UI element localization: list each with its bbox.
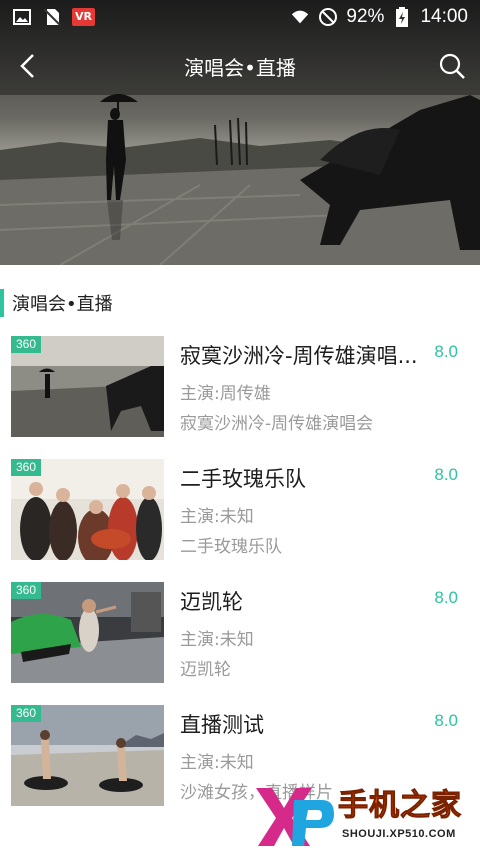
item-score: 8.0 bbox=[434, 711, 458, 730]
do-not-disturb-icon bbox=[318, 7, 338, 26]
battery-charging-icon bbox=[392, 6, 412, 27]
watermark-text: 手机之家 bbox=[338, 788, 462, 824]
search-icon bbox=[439, 53, 465, 79]
item-description: 寂寞沙洲冷-周传雄演唱会 bbox=[180, 414, 374, 434]
item-actor: 主演:未知 bbox=[180, 753, 254, 773]
section-header: 演唱会•直播 bbox=[0, 286, 480, 320]
360-badge: 360 bbox=[11, 459, 42, 476]
wifi-icon bbox=[290, 8, 310, 26]
thumbnail: 360 bbox=[11, 705, 164, 806]
item-title: 寂寞沙洲冷-周传雄演唱... bbox=[180, 344, 418, 368]
360-badge: 360 bbox=[11, 705, 42, 722]
search-button[interactable] bbox=[436, 50, 468, 82]
clock: 14:00 bbox=[420, 5, 468, 27]
video-list: 360 寂寞沙洲冷-周传雄演唱... 8.0 主演:周传雄 寂寞沙洲冷-周传雄演… bbox=[0, 336, 480, 828]
item-actor: 主演:未知 bbox=[180, 507, 254, 527]
list-item[interactable]: 360 寂寞沙洲冷-周传雄演唱... 8.0 主演:周传雄 寂寞沙洲冷-周传雄演… bbox=[0, 336, 480, 459]
thumbnail: 360 bbox=[11, 582, 164, 683]
section-title: 演唱会•直播 bbox=[12, 294, 113, 315]
item-actor: 主演:周传雄 bbox=[180, 384, 271, 404]
thumbnail: 360 bbox=[11, 459, 164, 560]
status-bar: VR 92% 14:00 bbox=[0, 0, 480, 33]
item-title: 二手玫瑰乐队 bbox=[180, 467, 306, 491]
360-badge: 360 bbox=[11, 582, 42, 599]
watermark-url: SHOUJI.XP510.COM bbox=[342, 828, 456, 840]
item-score: 8.0 bbox=[434, 588, 458, 607]
item-score: 8.0 bbox=[434, 342, 458, 361]
hero-banner: VR 92% 14:00 演唱会•直播 bbox=[0, 0, 480, 265]
item-description: 二手玫瑰乐队 bbox=[180, 537, 282, 557]
list-item[interactable]: 360 二手玫瑰乐队 8.0 主演:未知 二手玫瑰乐队 bbox=[0, 459, 480, 582]
no-sim-icon bbox=[42, 7, 62, 26]
item-actor: 主演:未知 bbox=[180, 630, 254, 650]
thumbnail: 360 bbox=[11, 336, 164, 437]
xp-logo-icon bbox=[256, 788, 334, 846]
360-badge: 360 bbox=[11, 336, 42, 353]
item-title: 迈凯轮 bbox=[180, 590, 243, 614]
vr-icon: VR bbox=[72, 7, 95, 26]
item-score: 8.0 bbox=[434, 465, 458, 484]
list-item[interactable]: 360 迈凯轮 8.0 主演:未知 迈凯轮 bbox=[0, 582, 480, 705]
item-description: 迈凯轮 bbox=[180, 660, 231, 680]
item-title: 直播测试 bbox=[180, 713, 264, 737]
image-icon bbox=[12, 8, 32, 26]
page-title: 演唱会•直播 bbox=[184, 56, 296, 80]
section-accent-bar bbox=[0, 289, 4, 317]
watermark: 手机之家 SHOUJI.XP510.COM bbox=[254, 776, 480, 853]
battery-percent: 92% bbox=[346, 5, 385, 27]
nav-bar: 演唱会•直播 bbox=[0, 40, 480, 92]
